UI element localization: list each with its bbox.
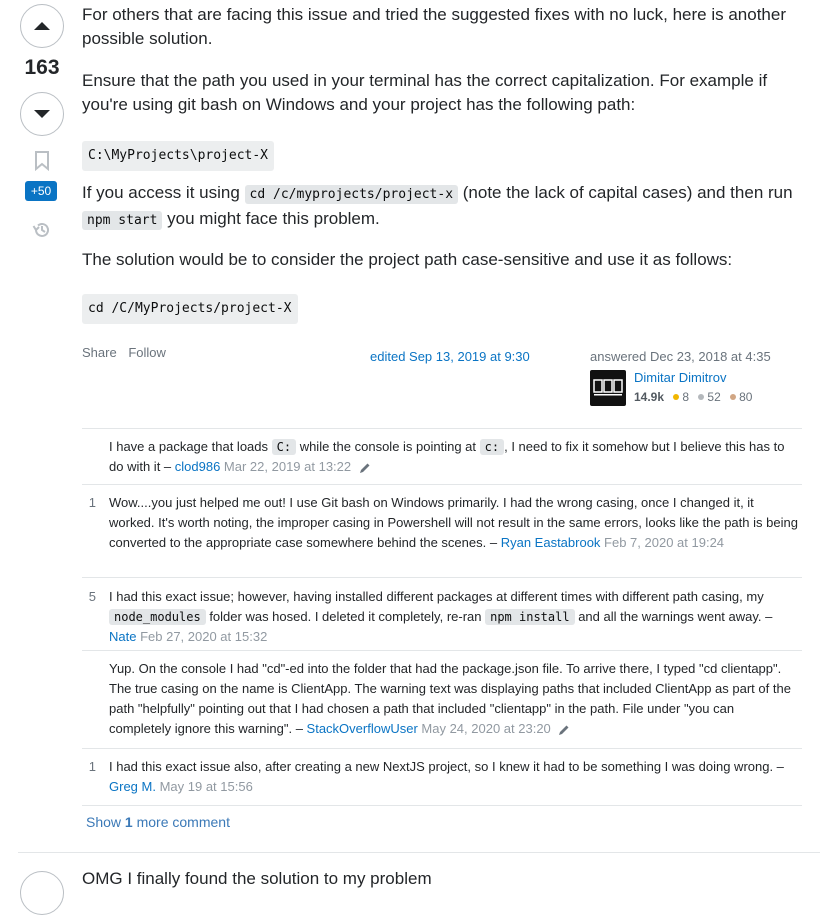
comment-text: I have a package that loads C: while the… xyxy=(109,437,799,477)
comment-score: 5 xyxy=(88,589,96,604)
comment-text: Yup. On the console I had "cd"-ed into t… xyxy=(109,659,799,739)
comment-score: 1 xyxy=(88,759,96,774)
avatar[interactable] xyxy=(590,370,626,406)
comment-user-link[interactable]: StackOverflowUser xyxy=(307,721,418,736)
down-arrow-icon xyxy=(34,110,50,118)
show-more-comments-link[interactable]: Show 1 more comment xyxy=(86,814,230,830)
comment-user-link[interactable]: Greg M. xyxy=(109,779,156,794)
gold-badge-count: 8 xyxy=(682,390,690,404)
silver-badge-count: 52 xyxy=(707,390,721,404)
inline-code: node_modules xyxy=(109,609,206,625)
gold-badge-icon xyxy=(673,394,680,401)
comment-item: Yup. On the console I had "cd"-ed into t… xyxy=(82,650,802,748)
comment-text: I had this exact issue; however, having … xyxy=(109,587,799,647)
reputation-score: 14.9k xyxy=(634,390,665,404)
comment-text: Wow....you just helped me out! I use Git… xyxy=(109,493,799,553)
bronze-badge-count: 80 xyxy=(739,390,753,404)
comment-user-link[interactable]: Nate xyxy=(109,629,136,644)
up-arrow-icon xyxy=(34,22,50,30)
user-reputation: 14.9k 8 52 80 xyxy=(634,390,752,404)
show-more-prefix: Show xyxy=(86,814,125,830)
comment-date[interactable]: May 19 at 15:56 xyxy=(156,779,253,794)
comment-body: folder was hosed. I deleted it completel… xyxy=(205,609,486,624)
comment-item: 1 I had this exact issue also, after cre… xyxy=(82,748,802,806)
answer-paragraph-3: If you access it using cd /c/myprojects/… xyxy=(82,181,802,233)
answer-paragraph-4: The solution would be to consider the pr… xyxy=(82,250,733,269)
bookmark-button[interactable] xyxy=(32,150,52,172)
code-block-1: C:\MyProjects\project-X xyxy=(82,141,275,171)
comment-user-link[interactable]: Ryan Eastabrook xyxy=(501,535,601,550)
comment-body: I had this exact issue; however, having … xyxy=(109,589,764,604)
inline-code: c: xyxy=(479,439,505,455)
paragraph-text: you might face this problem. xyxy=(162,209,380,228)
bounty-badge[interactable]: +50 xyxy=(25,181,57,201)
show-more-suffix: more comment xyxy=(132,814,230,830)
inline-code: npm start xyxy=(82,211,163,230)
next-answer-upvote-button[interactable] xyxy=(20,871,64,915)
comment-item: 1 Wow....you just helped me out! I use G… xyxy=(82,484,802,577)
comment-item: I have a package that loads C: while the… xyxy=(82,428,802,484)
history-icon xyxy=(32,222,49,237)
follow-link[interactable]: Follow xyxy=(128,345,166,360)
code-block-2: cd /C/MyProjects/project-X xyxy=(82,294,298,324)
next-answer-text: OMG I finally found the solution to my p… xyxy=(82,869,432,888)
downvote-button[interactable] xyxy=(20,92,64,136)
paragraph-text: If you access it using xyxy=(82,183,245,202)
inline-code: cd /c/myprojects/project-x xyxy=(244,185,459,204)
avatar-logo-icon xyxy=(593,379,623,396)
answer-divider xyxy=(18,852,820,853)
answer-paragraph-1: For others that are facing this issue an… xyxy=(82,5,786,48)
vote-count: 163 xyxy=(24,56,60,79)
inline-code: npm install xyxy=(485,609,575,625)
bronze-badge-icon xyxy=(730,394,737,401)
comment-date[interactable]: Feb 27, 2020 at 15:32 xyxy=(136,629,267,644)
comment-text: I had this exact issue also, after creat… xyxy=(109,757,799,797)
comment-date[interactable]: Feb 7, 2020 at 19:24 xyxy=(600,535,724,550)
comment-date[interactable]: Mar 22, 2019 at 13:22 xyxy=(220,459,351,474)
answer-paragraph-2: Ensure that the path you used in your te… xyxy=(82,71,768,114)
upvote-button[interactable] xyxy=(20,4,64,48)
comment-user-link[interactable]: clod986 xyxy=(175,459,221,474)
bookmark-icon xyxy=(35,151,49,171)
post-menu: Share Follow xyxy=(82,345,174,360)
history-button[interactable] xyxy=(30,218,54,242)
comment-item: 5 I had this exact issue; however, havin… xyxy=(82,577,802,650)
paragraph-text: (note the lack of capital cases) and the… xyxy=(458,183,793,202)
user-name-link[interactable]: Dimitar Dimitrov xyxy=(634,370,726,385)
comment-body: while the console is pointing at xyxy=(296,439,480,454)
share-link[interactable]: Share xyxy=(82,345,117,360)
edited-pencil-icon xyxy=(359,463,370,473)
comment-date[interactable]: May 24, 2020 at 23:20 xyxy=(418,721,550,736)
show-more-count: 1 xyxy=(124,814,133,830)
comment-body: I have a package that loads xyxy=(109,439,272,454)
inline-code: C: xyxy=(271,439,297,455)
silver-badge-icon xyxy=(698,394,705,401)
comment-score: 1 xyxy=(88,495,96,510)
edited-link[interactable]: edited Sep 13, 2019 at 9:30 xyxy=(370,349,530,364)
answered-time: answered Dec 23, 2018 at 4:35 xyxy=(590,349,771,364)
comment-body: I had this exact issue also, after creat… xyxy=(109,759,784,774)
edited-pencil-icon xyxy=(559,725,569,735)
comment-body: and all the warnings went away. – xyxy=(574,609,773,624)
